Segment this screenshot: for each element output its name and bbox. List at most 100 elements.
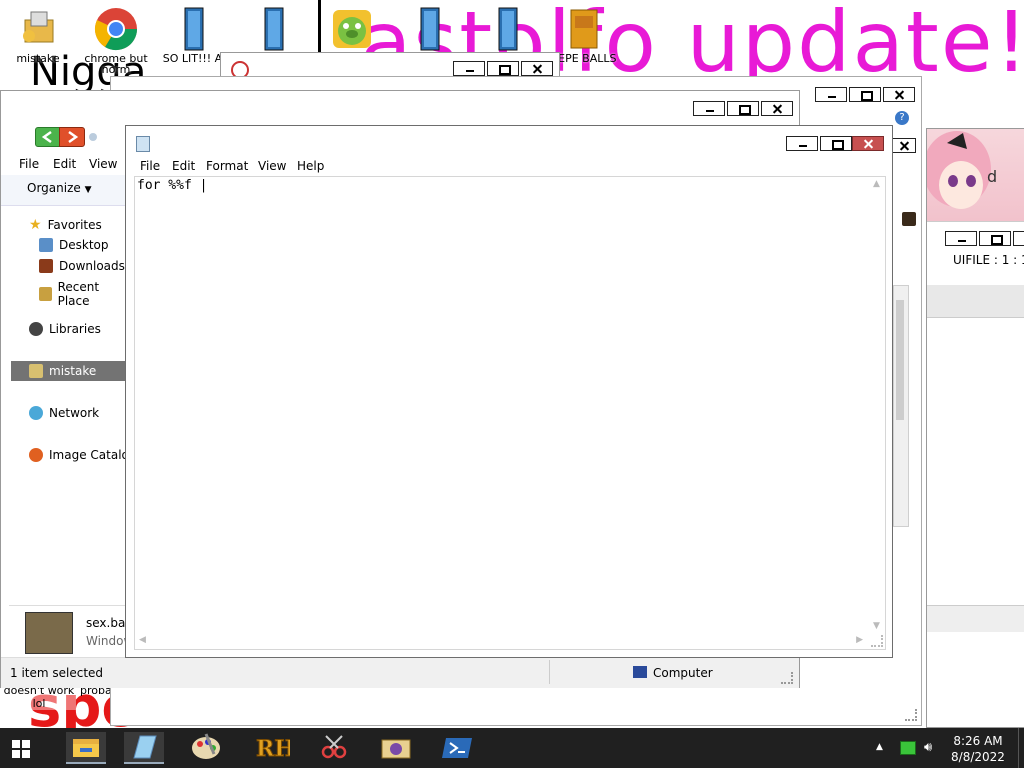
notepad-window[interactable]: File Edit Format View Help for %%f | ▲ ▼…: [125, 125, 893, 658]
maximize-button[interactable]: [487, 61, 519, 76]
menu-view[interactable]: View: [258, 159, 286, 173]
nav-image-catalog[interactable]: Image Catalog: [29, 448, 136, 462]
desktop-icon-angry-birds[interactable]: [318, 6, 386, 52]
close-button[interactable]: [1013, 231, 1024, 246]
scrollbar-thumb[interactable]: [896, 300, 904, 420]
desktop-icon-chrome[interactable]: chrome but norm: [82, 6, 150, 76]
notepad-text-area[interactable]: for %%f | ▲ ▼ ◀ ▶: [134, 176, 886, 650]
desktop-icon-mistake[interactable]: mistake: [4, 6, 72, 65]
close-button[interactable]: [883, 87, 915, 102]
desktop-icon-label: mistake: [16, 52, 60, 65]
angry-birds-pig-icon: [329, 6, 375, 52]
close-button[interactable]: [852, 136, 884, 151]
scroll-down-arrow-icon[interactable]: ▼: [873, 621, 880, 631]
scroll-up-arrow-icon[interactable]: ▲: [873, 179, 880, 189]
partial-letter: d: [987, 167, 998, 186]
downloads-icon: [39, 259, 53, 273]
taskbar-resource-hacker[interactable]: RH: [250, 732, 296, 764]
nav-label: Downloads: [59, 259, 125, 273]
scroll-right-arrow-icon[interactable]: ▶: [856, 635, 863, 645]
volume-icon[interactable]: 🔊︎: [924, 740, 932, 755]
nav-network[interactable]: Network: [29, 406, 99, 420]
clock[interactable]: 8:26 AM 8/8/2022: [948, 733, 1008, 765]
status-bar: 1 item selected Computer: [1, 657, 799, 688]
resize-grip[interactable]: [905, 709, 917, 721]
tray-app-icon[interactable]: [900, 741, 916, 755]
monitor-icon: [485, 6, 531, 52]
status-divider: [549, 660, 550, 684]
desktop-icon-monitor-2[interactable]: [240, 6, 308, 52]
minimize-button[interactable]: [945, 231, 977, 246]
menu-edit[interactable]: Edit: [172, 159, 195, 173]
minimize-button[interactable]: [815, 87, 847, 102]
close-button[interactable]: [521, 61, 553, 76]
menu-edit[interactable]: Edit: [53, 157, 76, 171]
recent-locations-dropdown[interactable]: [89, 133, 97, 141]
right-window-toolbar: [927, 285, 1024, 318]
star-icon: ★: [29, 217, 42, 233]
taskbar-powershell[interactable]: [438, 732, 478, 764]
desktop-icon-pepe-balls[interactable]: PEPE BALLS: [550, 6, 618, 65]
taskbar-paint[interactable]: [186, 732, 226, 764]
desktop-icon-monitor-3[interactable]: [396, 6, 464, 52]
clock-date: 8/8/2022: [951, 750, 1005, 764]
resize-grip[interactable]: [781, 672, 793, 684]
nav-favorites[interactable]: ★ Favorites: [29, 217, 102, 233]
monitor-icon: [251, 6, 297, 52]
maximize-button[interactable]: [820, 136, 852, 151]
menu-view[interactable]: View: [89, 157, 117, 171]
status-selected-count: 1 item selected: [10, 666, 104, 680]
desktop-icon-monitor-4[interactable]: [474, 6, 542, 52]
chrome-icon: [93, 6, 139, 52]
nav-downloads[interactable]: Downloads: [39, 259, 125, 273]
scrollbar-horizontal[interactable]: ◀ ▶: [135, 633, 867, 649]
menu-file[interactable]: File: [19, 157, 39, 171]
notepad-icon: [133, 735, 157, 759]
notepad-menubar: File Edit Format View Help: [126, 156, 892, 176]
nav-recent-places[interactable]: Recent Place: [39, 280, 127, 308]
organize-button[interactable]: Organize ▼: [27, 181, 92, 195]
file-explorer-icon: [73, 739, 99, 757]
taskbar-control-panel[interactable]: [376, 732, 416, 764]
forward-button[interactable]: [59, 127, 85, 147]
scrollbar-vertical[interactable]: ▲ ▼: [869, 177, 885, 633]
notepad-content[interactable]: for %%f |: [137, 178, 207, 193]
nav-label: Favorites: [47, 218, 102, 232]
close-button[interactable]: [761, 101, 793, 116]
taskbar-notepad[interactable]: [124, 732, 164, 764]
notepad-icon: [136, 136, 150, 152]
right-window-strip: [927, 221, 1024, 230]
control-panel-icon: [381, 739, 411, 759]
start-button[interactable]: [6, 736, 36, 762]
menu-format[interactable]: Format: [206, 159, 248, 173]
back-button[interactable]: [35, 127, 61, 147]
computer-icon: [633, 666, 647, 678]
maximize-button[interactable]: [979, 231, 1011, 246]
taskbar-file-explorer[interactable]: [66, 732, 106, 764]
small-app-icon[interactable]: [902, 212, 916, 226]
show-desktop-button[interactable]: [1018, 728, 1024, 768]
powershell-icon: [442, 738, 472, 758]
desktop-icon-label: PEPE BALLS: [551, 52, 617, 65]
show-hidden-icons-chevron-icon[interactable]: ▲: [876, 742, 883, 752]
minimize-button[interactable]: [786, 136, 818, 151]
snipping-tool-icon: [321, 735, 347, 759]
nav-label: mistake: [49, 364, 97, 378]
nav-desktop[interactable]: Desktop: [39, 238, 109, 252]
scroll-left-arrow-icon[interactable]: ◀: [139, 635, 146, 645]
right-app-window[interactable]: d UIFILE : 1 : 103: [923, 128, 1024, 728]
minimize-button[interactable]: [453, 61, 485, 76]
nav-label: Recent Place: [57, 280, 100, 308]
menu-help[interactable]: Help: [297, 159, 324, 173]
nav-libraries[interactable]: Libraries: [29, 322, 101, 336]
desktop-icon-so-lit[interactable]: SO LIT!!! Al: [160, 6, 228, 65]
help-icon[interactable]: ?: [895, 111, 909, 125]
maximize-button[interactable]: [849, 87, 881, 102]
nav-mistake-selected[interactable]: mistake: [11, 361, 127, 381]
maximize-button[interactable]: [727, 101, 759, 116]
menu-file[interactable]: File: [140, 159, 160, 173]
resize-grip[interactable]: [871, 635, 883, 647]
scrollbar-vertical[interactable]: [893, 285, 909, 527]
taskbar-snipping-tool[interactable]: [314, 732, 354, 764]
minimize-button[interactable]: [693, 101, 725, 116]
